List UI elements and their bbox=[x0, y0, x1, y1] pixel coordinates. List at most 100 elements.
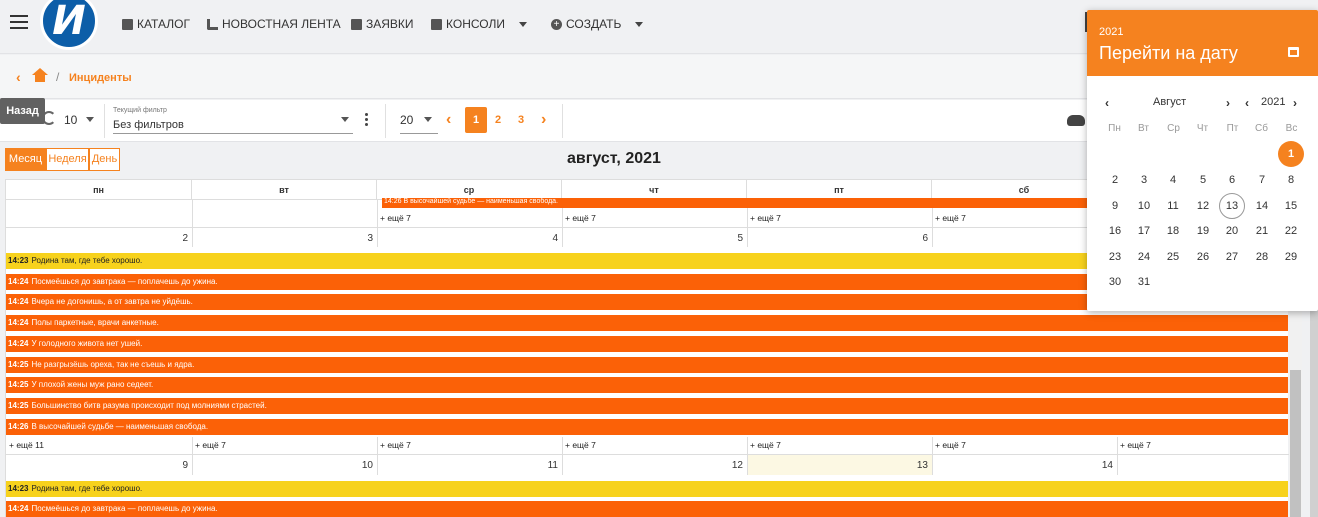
picker-year[interactable]: 2021 bbox=[1099, 26, 1123, 38]
picker-day[interactable]: 5 bbox=[1190, 167, 1216, 193]
more-events-link[interactable]: + ещё 11 bbox=[9, 440, 44, 450]
nav-requests[interactable]: ЗАЯВКИ bbox=[351, 16, 414, 32]
calendar-event[interactable]: 14:23 Родина там, где тебе хорошо. bbox=[6, 253, 1088, 269]
calendar-event[interactable]: 14:25 Большинство битв разума происходит … bbox=[6, 398, 1288, 414]
picker-day[interactable]: 22 bbox=[1278, 218, 1304, 244]
calendar-event[interactable]: 14:26 В высочайшей судьбе — наименьшая св… bbox=[6, 419, 1288, 435]
picker-day[interactable]: 11 bbox=[1160, 193, 1186, 219]
next-page-icon[interactable]: › bbox=[541, 111, 546, 129]
day-number[interactable]: 14 bbox=[1081, 460, 1113, 471]
picker-day[interactable]: 26 bbox=[1190, 244, 1216, 270]
picker-day[interactable]: 6 bbox=[1219, 167, 1245, 193]
picker-day[interactable]: 8 bbox=[1278, 167, 1304, 193]
picker-day[interactable]: 17 bbox=[1131, 218, 1157, 244]
picker-day[interactable]: 30 bbox=[1102, 269, 1128, 295]
calendar-scrollbar-thumb[interactable] bbox=[1290, 370, 1301, 517]
calendar-event[interactable]: 14:24 Посмеёшься до завтрака — поплачешь … bbox=[6, 501, 1288, 517]
back-arrow-icon[interactable]: ‹ bbox=[16, 69, 21, 85]
picker-day[interactable]: 25 bbox=[1160, 244, 1186, 270]
picker-day[interactable]: 19 bbox=[1190, 218, 1216, 244]
more-events-link[interactable]: + ещё 7 bbox=[750, 213, 781, 223]
home-icon[interactable] bbox=[32, 68, 48, 82]
chevron-down-icon[interactable] bbox=[341, 117, 349, 122]
prev-page-icon[interactable]: ‹ bbox=[446, 111, 451, 129]
more-events-link[interactable]: + ещё 7 bbox=[380, 440, 411, 450]
picker-day[interactable]: 27 bbox=[1219, 244, 1245, 270]
logo[interactable]: И bbox=[40, 0, 98, 50]
nav-catalog[interactable]: КАТАЛОГ bbox=[122, 16, 190, 32]
page-scrollbar[interactable] bbox=[1310, 290, 1318, 517]
page-button[interactable]: 2 bbox=[487, 107, 509, 133]
day-number[interactable]: 4 bbox=[526, 233, 558, 244]
more-events-link[interactable]: + ещё 7 bbox=[565, 440, 596, 450]
picker-day[interactable]: 7 bbox=[1249, 167, 1275, 193]
more-events-link[interactable]: + ещё 7 bbox=[935, 213, 966, 223]
nav-consoles[interactable]: КОНСОЛИ bbox=[431, 16, 527, 32]
view-month-button[interactable]: Месяц bbox=[5, 148, 46, 171]
picker-day[interactable]: 10 bbox=[1131, 193, 1157, 219]
calendar-event[interactable]: 14:24 У голодного живота нет ушей. bbox=[6, 336, 1288, 352]
picker-day[interactable]: 4 bbox=[1160, 167, 1186, 193]
picker-day[interactable]: 13 bbox=[1219, 193, 1245, 219]
prev-year-icon[interactable]: ‹ bbox=[1245, 96, 1249, 110]
more-events-link[interactable]: + ещё 7 bbox=[935, 440, 966, 450]
nav-create[interactable]: + СОЗДАТЬ bbox=[551, 16, 644, 32]
refresh-interval-select[interactable]: 10 bbox=[64, 113, 77, 127]
picker-month[interactable]: Август bbox=[1153, 96, 1186, 108]
picker-day[interactable]: 12 bbox=[1190, 193, 1216, 219]
cloud-download-icon[interactable] bbox=[1067, 115, 1085, 126]
more-events-link[interactable]: + ещё 7 bbox=[750, 440, 781, 450]
day-number[interactable]: 6 bbox=[896, 233, 928, 244]
filter-select[interactable]: Без фильтров bbox=[113, 119, 184, 131]
calendar-event[interactable]: 14:23 Родина там, где тебе хорошо. bbox=[6, 481, 1288, 497]
day-number[interactable]: 2 bbox=[156, 233, 188, 244]
calendar-event[interactable]: 14:24 Полы паркетные, врачи анкетные. bbox=[6, 315, 1288, 331]
nav-news[interactable]: НОВОСТНАЯ ЛЕНТА bbox=[207, 16, 341, 32]
day-number[interactable]: 3 bbox=[341, 233, 373, 244]
more-events-link[interactable]: + ещё 7 bbox=[195, 440, 226, 450]
picker-day[interactable]: 15 bbox=[1278, 193, 1304, 219]
picker-day[interactable]: 2 bbox=[1102, 167, 1128, 193]
picker-day[interactable]: 18 bbox=[1160, 218, 1186, 244]
picker-day[interactable]: 16 bbox=[1102, 218, 1128, 244]
more-events-link[interactable]: + ещё 7 bbox=[1120, 440, 1151, 450]
picker-day[interactable]: 23 bbox=[1102, 244, 1128, 270]
day-number[interactable]: 13 bbox=[896, 460, 928, 471]
chevron-down-icon[interactable] bbox=[86, 117, 94, 122]
more-events-link[interactable]: + ещё 7 bbox=[380, 213, 411, 223]
view-week-button[interactable]: Неделя bbox=[46, 148, 89, 171]
view-day-button[interactable]: День bbox=[89, 148, 120, 171]
picker-day[interactable]: 20 bbox=[1219, 218, 1245, 244]
calendar-event[interactable]: 14:24 Вчера не догонишь, а от завтра не у… bbox=[6, 294, 1088, 310]
prev-month-icon[interactable]: ‹ bbox=[1105, 96, 1109, 110]
calendar-icon[interactable] bbox=[1288, 47, 1299, 57]
picker-day[interactable]: 21 bbox=[1249, 218, 1275, 244]
day-number[interactable]: 5 bbox=[711, 233, 743, 244]
menu-icon[interactable] bbox=[10, 15, 28, 31]
chevron-down-icon[interactable] bbox=[424, 117, 432, 122]
calendar-event[interactable]: 14:24 Посмеёшься до завтрака — поплачешь … bbox=[6, 274, 1088, 290]
picker-day[interactable]: 24 bbox=[1131, 244, 1157, 270]
more-events-link[interactable]: + ещё 7 bbox=[565, 213, 596, 223]
picker-day[interactable]: 14 bbox=[1249, 193, 1275, 219]
breadcrumb-current[interactable]: Инциденты bbox=[69, 72, 132, 84]
next-month-icon[interactable]: › bbox=[1226, 96, 1230, 110]
picker-nav-year[interactable]: 2021 bbox=[1261, 96, 1285, 108]
page-button[interactable]: 1 bbox=[465, 107, 487, 133]
picker-day[interactable]: 1 bbox=[1278, 141, 1304, 167]
day-number[interactable]: 11 bbox=[526, 460, 558, 471]
picker-day[interactable]: 28 bbox=[1249, 244, 1275, 270]
page-button[interactable]: 3 bbox=[510, 107, 532, 133]
calendar-event[interactable]: 14:25 У плохой жены муж рано седеет. bbox=[6, 377, 1288, 393]
picker-day[interactable]: 9 bbox=[1102, 193, 1128, 219]
picker-day[interactable]: 29 bbox=[1278, 244, 1304, 270]
more-vert-icon[interactable] bbox=[365, 113, 369, 128]
calendar-event[interactable]: 14:26 В высочайшей судьбе — наименьшая с… bbox=[382, 198, 1087, 208]
calendar-event[interactable]: 14:25 Не разгрызёшь ореха, так не съешь и… bbox=[6, 357, 1288, 373]
picker-day[interactable]: 3 bbox=[1131, 167, 1157, 193]
day-number[interactable]: 10 bbox=[341, 460, 373, 471]
next-year-icon[interactable]: › bbox=[1293, 96, 1297, 110]
picker-day[interactable]: 31 bbox=[1131, 269, 1157, 295]
page-size-select[interactable]: 20 bbox=[400, 113, 413, 127]
day-number[interactable]: 9 bbox=[156, 460, 188, 471]
